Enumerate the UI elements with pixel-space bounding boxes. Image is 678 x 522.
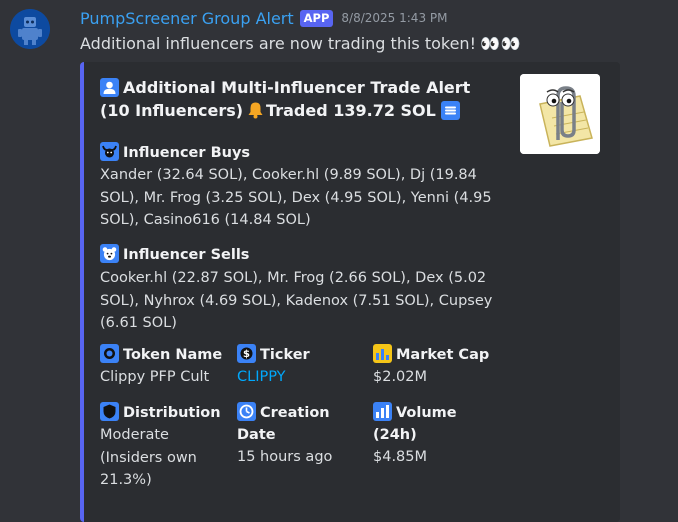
ticker-label: Ticker: [260, 347, 310, 363]
field-distribution: Distribution Moderate (Insiders own 21.3…: [100, 402, 225, 492]
field-ticker: $ Ticker CLIPPY: [237, 344, 362, 389]
market-cap-label: Market Cap: [396, 347, 490, 363]
embed-title: Additional Multi-Influencer Trade Alert …: [100, 76, 504, 122]
person-icon: [100, 78, 119, 97]
field-creation-date: Creation Date 15 hours ago: [237, 402, 362, 469]
ticker-link[interactable]: CLIPPY: [237, 366, 362, 389]
buys-section-title: Influencer Buys: [100, 142, 250, 163]
field-volume: Volume (24h) $4.85M: [373, 402, 498, 469]
bull-icon: [100, 142, 119, 161]
field-market-cap: Market Cap $2.02M: [373, 344, 498, 389]
embed-card: Additional Multi-Influencer Trade Alert …: [80, 62, 620, 522]
embed-thumbnail[interactable]: [520, 74, 600, 154]
dollar-icon: $: [237, 344, 256, 363]
coin-icon: [100, 344, 119, 363]
volume-value: $4.85M: [373, 449, 428, 465]
creation-date-value: 15 hours ago: [237, 449, 333, 465]
token-name-label: Token Name: [123, 347, 223, 363]
market-cap-value: $2.02M: [373, 369, 428, 385]
shield-icon: [100, 402, 119, 421]
eyes-emoji[interactable]: 👀👀: [480, 34, 522, 53]
message-text: Additional influencers are now trading t…: [80, 34, 476, 53]
timestamp[interactable]: 8/8/2025 1:43 PM: [341, 11, 447, 25]
svg-text:$: $: [243, 349, 250, 360]
username[interactable]: PumpScreener Group Alert: [80, 9, 294, 28]
bear-icon: [100, 244, 119, 263]
sells-list: Cooker.hl (22.87 SOL), Mr. Frog (2.66 SO…: [100, 270, 493, 331]
buys-title-label: Influencer Buys: [123, 145, 251, 161]
field-token-name: Token Name Clippy PFP Cult: [100, 344, 225, 389]
sells-title-label: Influencer Sells: [123, 247, 250, 263]
sol-coin-icon: [441, 101, 461, 120]
bot-avatar[interactable]: [10, 9, 50, 49]
clock-icon: [237, 402, 256, 421]
clippy-thumbnail-icon: [520, 74, 600, 154]
distribution-label: Distribution: [123, 405, 221, 421]
sells-section-title: Influencer Sells: [100, 244, 249, 265]
bell-icon: [247, 101, 264, 119]
title-line1: Additional Multi-Influencer Trade Alert: [123, 78, 471, 97]
distribution-value: Moderate (Insiders own 21.3%): [100, 427, 197, 488]
app-badge: APP: [299, 9, 334, 27]
title-influencer-count: (10 Influencers): [100, 101, 244, 120]
robot-avatar-icon: [10, 9, 50, 49]
token-name-value: Clippy PFP Cult: [100, 369, 210, 385]
title-traded-amount: Traded 139.72 SOL: [266, 101, 436, 120]
message-header: PumpScreener Group Alert APP 8/8/2025 1:…: [80, 7, 447, 29]
bar-chart-icon: [373, 344, 392, 363]
message-content: Additional influencers are now trading t…: [80, 34, 522, 53]
volume-bars-icon: [373, 402, 392, 421]
buys-list: Xander (32.64 SOL), Cooker.hl (9.89 SOL)…: [100, 167, 492, 228]
